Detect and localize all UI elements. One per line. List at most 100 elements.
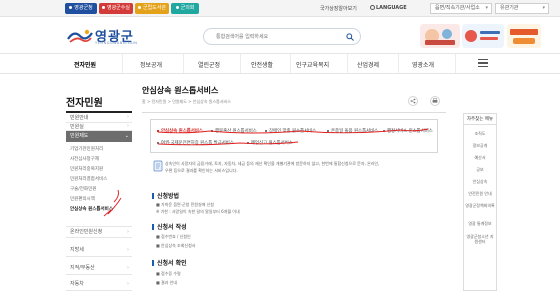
lnb-item-online-application[interactable]: 온라인민원신청 › bbox=[66, 226, 132, 238]
lnb-sub-item[interactable]: 구술/전화민원 bbox=[70, 186, 96, 192]
quick-menu-item[interactable]: 영광 통계정보 bbox=[465, 221, 495, 226]
gnb-divider bbox=[398, 54, 399, 73]
dot-icon bbox=[101, 6, 105, 9]
globe-icon bbox=[370, 5, 375, 10]
quick-tab-mayor[interactable]: 영광군수실 bbox=[99, 3, 133, 14]
quick-menu-item[interactable]: 예산서 bbox=[465, 155, 495, 160]
section-text: ■ 안심상속 조회신청서 bbox=[156, 243, 196, 248]
gnb-item-open-administration[interactable]: 열린군정 bbox=[198, 60, 220, 69]
title-divider bbox=[142, 112, 446, 113]
chevron-right-icon: › bbox=[127, 265, 129, 271]
section-text: ■ 가까운 읍면·군청 민원실에 신청 bbox=[156, 202, 214, 207]
intro-text-line: 상속인이 사망자의 금융거래, 토지, 자동차, 세금 등의 재산 확인을 개별… bbox=[165, 161, 380, 166]
page-title: 안심상속 원스톱서비스 bbox=[142, 86, 219, 95]
gnb-divider bbox=[240, 54, 241, 73]
utility-bar: 영광군청 영광군수실 군립도서관 군의회 국가상징알아보기 LANGUAGE 읍… bbox=[0, 0, 560, 17]
breadcrumb: 홈 > 전자민원 > 민원제도 > 안심상속 원스톱서비스 bbox=[142, 99, 231, 104]
quick-menu-item[interactable]: 정보공개 bbox=[465, 143, 495, 148]
intro-text-line: 우편 등으로 결과를 확인하는 서비스입니다. bbox=[165, 168, 238, 173]
quick-menu-item[interactable]: 영광군청소년 지원센터 bbox=[465, 234, 495, 244]
language-button[interactable]: LANGUAGE bbox=[370, 5, 407, 11]
dot-icon bbox=[137, 6, 141, 9]
related-org-select[interactable]: 유관기관 ▾ bbox=[495, 3, 549, 14]
quick-menu: 자주찾는 메뉴 조직도 정보공개 예산서 공보 안심상속 안전민원 안내 영광군… bbox=[463, 113, 497, 291]
lnb-sub-item[interactable]: 민원처리중복지원 bbox=[70, 166, 103, 172]
gnb-item-welfare[interactable]: 인구교육복지 bbox=[296, 60, 329, 69]
quick-tab-library[interactable]: 군립도서관 bbox=[135, 3, 169, 14]
site-logo-subtitle: YEONGGWANG-GUN bbox=[95, 41, 138, 45]
tab-happy-birth[interactable]: 행복출산 원스톱서비스 bbox=[211, 128, 257, 134]
section-text: ■ 접수번호 / 신청인 bbox=[156, 234, 191, 239]
quick-menu-item[interactable]: 안심상속 bbox=[465, 179, 495, 184]
quick-menu-item[interactable]: 영광군정책회의록 bbox=[465, 203, 495, 208]
tab-safe-inheritance[interactable]: 안심상속 원스톱서비스 bbox=[157, 128, 203, 134]
lnb-sub-item[interactable]: 민원편의시책 bbox=[70, 196, 95, 202]
service-tab-box: 안심상속 원스톱서비스 행복출산 원스톱서비스 장애인 맞춤 원스톱서비스 온종… bbox=[150, 119, 438, 153]
quick-menu-item[interactable]: 공보 bbox=[465, 167, 495, 172]
lnb-item-guide[interactable]: 민원안내 › bbox=[66, 114, 132, 123]
share-button[interactable] bbox=[408, 96, 418, 106]
chevron-right-icon: › bbox=[127, 247, 129, 253]
quick-menu-title: 자주찾는 메뉴 bbox=[464, 114, 496, 125]
lnb-item-local-tax[interactable]: 지방세 › bbox=[66, 244, 132, 257]
info-document-icon bbox=[153, 160, 163, 172]
gnb-divider bbox=[455, 54, 456, 73]
section-heading-write-form: 신청서 작성 bbox=[152, 222, 187, 231]
county-logo-icon[interactable] bbox=[67, 28, 93, 44]
lnb-sub-item[interactable]: 기업기관민원처리 bbox=[70, 146, 103, 152]
search-input[interactable] bbox=[216, 32, 336, 42]
quick-menu-item[interactable]: 안전민원 안내 bbox=[465, 191, 495, 196]
lnb-sub-item[interactable]: 사전심사청구제 bbox=[70, 156, 99, 162]
gnb-item-safety[interactable]: 안전생활 bbox=[251, 60, 273, 69]
promo-banner-2[interactable] bbox=[462, 24, 504, 48]
section-text: ■ 결과 안내 bbox=[156, 280, 178, 285]
gnb-divider bbox=[347, 54, 348, 73]
tab-all-day-care[interactable]: 온종일 돌봄 원스톱서비스 bbox=[327, 128, 378, 134]
gnb-item-economy[interactable]: 산업경제 bbox=[357, 60, 379, 69]
annotation-arrow bbox=[103, 189, 122, 217]
print-icon bbox=[432, 98, 438, 103]
share-icon bbox=[410, 98, 416, 104]
section-text: ※ 기한 : 사망일이 속한 달의 말일부터 6개월 이내 bbox=[156, 209, 240, 214]
national-symbol-link[interactable]: 국가상징알아보기 bbox=[320, 5, 357, 12]
section-heading-apply-method: 신청방법 bbox=[152, 191, 179, 200]
quick-tab-county[interactable]: 영광군청 bbox=[65, 3, 97, 14]
lnb-item-system-active[interactable]: 민원제도 ⌄ bbox=[66, 131, 132, 142]
promo-banner-1[interactable] bbox=[420, 24, 460, 48]
gnb-divider bbox=[122, 54, 123, 73]
hamburger-menu-icon[interactable] bbox=[478, 59, 488, 68]
chevron-down-icon: ⌄ bbox=[124, 133, 129, 139]
promo-banner-3[interactable] bbox=[507, 24, 541, 48]
lnb-sub-item[interactable]: 민원처리결합서비스 bbox=[70, 176, 107, 182]
tab-passport-license[interactable]: 여권·국제운전면허증 원스톱 발급서비스 bbox=[157, 140, 234, 146]
quick-menu-item[interactable]: 조직도 bbox=[465, 131, 495, 136]
gnb-divider bbox=[183, 54, 184, 73]
dot-icon bbox=[69, 6, 73, 9]
tab-business-closure[interactable]: 폐업신고 원스톱서비스 bbox=[247, 140, 293, 146]
lnb-title-underline bbox=[66, 111, 132, 113]
print-button[interactable] bbox=[430, 96, 440, 106]
gnb-divider bbox=[290, 54, 291, 73]
main-navigation: 전자민원 정보공개 열린군정 안전생활 인구교육복지 산업경제 영광소개 bbox=[0, 53, 560, 74]
lnb-item-land[interactable]: 지적/부동산 › bbox=[66, 262, 132, 275]
section-text: ■ 접수증 수령 bbox=[156, 271, 181, 276]
chevron-right-icon: › bbox=[127, 281, 129, 287]
office-select[interactable]: 읍면/직속기관/사업소 ▾ bbox=[430, 3, 492, 14]
page: 영광군청 영광군수실 군립도서관 군의회 국가상징알아보기 LANGUAGE 읍… bbox=[0, 0, 560, 291]
search-icon[interactable] bbox=[346, 33, 354, 41]
lnb-item-vehicle[interactable]: 자동차 › bbox=[66, 279, 132, 291]
gnb-item-eminwon[interactable]: 전자민원 bbox=[74, 60, 96, 69]
search-box bbox=[203, 28, 361, 45]
lnb-item-office[interactable]: 민원실 › bbox=[66, 123, 132, 131]
gnb-item-about[interactable]: 영광소개 bbox=[412, 60, 434, 69]
lnb-title: 전자민원 bbox=[66, 98, 103, 109]
dot-icon bbox=[175, 6, 179, 9]
gnb-item-info-disclosure[interactable]: 정보공개 bbox=[140, 60, 162, 69]
tab-admin-service[interactable]: 행정서비스 원스톱서비스 bbox=[383, 128, 433, 134]
quick-tab-council[interactable]: 군의회 bbox=[171, 3, 199, 14]
tab-disabled-custom[interactable]: 장애인 맞춤 원스톱서비스 bbox=[265, 128, 316, 134]
chevron-down-icon: ▾ bbox=[542, 5, 545, 11]
chevron-down-icon: ▾ bbox=[485, 5, 488, 11]
section-heading-confirm: 신청서 확인 bbox=[152, 258, 187, 267]
lnb-sub-item-current[interactable]: 안심상속 원스톱서비스 bbox=[70, 206, 113, 212]
